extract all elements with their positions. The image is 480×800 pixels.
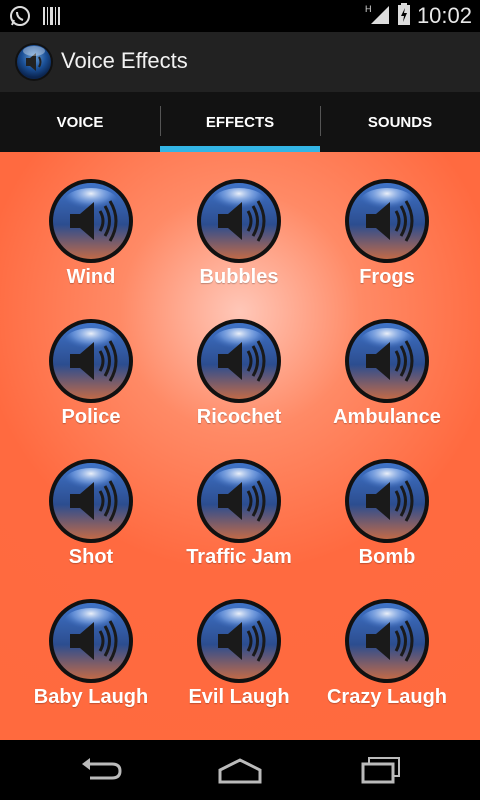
effect-label: Frogs xyxy=(359,266,415,288)
speaker-icon[interactable] xyxy=(344,458,430,544)
effect-label: Police xyxy=(61,406,121,428)
effect-label: Shot xyxy=(68,546,114,568)
tab-label: EFFECTS xyxy=(205,113,275,131)
status-time: 10:02 xyxy=(416,3,472,28)
recent-apps-icon[interactable] xyxy=(357,754,407,786)
effect-label: Ambulance xyxy=(333,406,441,428)
effect-crazy-laugh-button[interactable]: Crazy Laugh xyxy=(313,598,461,738)
effect-traffic-jam-button[interactable]: Traffic Jam xyxy=(165,458,313,598)
barcode-icon xyxy=(42,4,62,33)
tab-label: SOUNDS xyxy=(367,113,433,131)
speaker-icon[interactable] xyxy=(196,178,282,264)
speaker-icon[interactable] xyxy=(344,318,430,404)
effect-label: Ricochet xyxy=(196,406,282,428)
speaker-icon[interactable] xyxy=(48,178,134,264)
home-icon[interactable] xyxy=(215,754,265,786)
tab-voice[interactable]: VOICE xyxy=(0,92,160,152)
effect-ricochet-button[interactable]: Ricochet xyxy=(165,318,313,458)
effect-bomb-button[interactable]: Bomb xyxy=(313,458,461,598)
effect-evil-laugh-button[interactable]: Evil Laugh xyxy=(165,598,313,738)
speaker-icon[interactable] xyxy=(48,598,134,684)
effect-label: Traffic Jam xyxy=(186,546,292,568)
speaker-icon[interactable] xyxy=(14,42,54,82)
effects-panel: Wind Bubbles Frogs Police Ricochet Ambul… xyxy=(0,152,480,740)
speaker-icon[interactable] xyxy=(48,458,134,544)
tab-bar: VOICE EFFECTS SOUNDS xyxy=(0,92,480,152)
app-title: Voice Effects xyxy=(61,48,188,73)
whatsapp-icon xyxy=(8,4,32,33)
speaker-icon[interactable] xyxy=(344,178,430,264)
effect-label: Bomb xyxy=(358,546,416,568)
speaker-icon[interactable] xyxy=(344,598,430,684)
tab-label: VOICE xyxy=(56,113,104,131)
back-icon[interactable] xyxy=(76,754,126,786)
effect-shot-button[interactable]: Shot xyxy=(17,458,165,598)
effect-bubbles-button[interactable]: Bubbles xyxy=(165,178,313,318)
effects-grid: Wind Bubbles Frogs Police Ricochet Ambul… xyxy=(17,178,463,738)
tab-sounds[interactable]: SOUNDS xyxy=(320,92,480,152)
effect-baby-laugh-button[interactable]: Baby Laugh xyxy=(17,598,165,738)
effect-label: Evil Laugh xyxy=(188,686,290,708)
effect-frogs-button[interactable]: Frogs xyxy=(313,178,461,318)
speaker-icon[interactable] xyxy=(196,318,282,404)
effect-label: Crazy Laugh xyxy=(326,686,448,708)
effect-label: Bubbles xyxy=(199,266,279,288)
speaker-icon[interactable] xyxy=(196,598,282,684)
effect-police-button[interactable]: Police xyxy=(17,318,165,458)
effect-label: Baby Laugh xyxy=(33,686,149,708)
effect-label: Wind xyxy=(66,266,116,288)
svg-text:H: H xyxy=(365,4,372,14)
effect-wind-button[interactable]: Wind xyxy=(17,178,165,318)
signal-icon: H xyxy=(365,2,391,31)
tab-effects[interactable]: EFFECTS xyxy=(160,92,320,152)
speaker-icon[interactable] xyxy=(196,458,282,544)
action-bar: Voice Effects xyxy=(0,32,480,92)
speaker-icon[interactable] xyxy=(48,318,134,404)
battery-icon xyxy=(397,2,411,31)
effect-ambulance-button[interactable]: Ambulance xyxy=(313,318,461,458)
navigation-bar xyxy=(0,740,480,800)
status-bar: H 10:02 xyxy=(0,0,480,32)
